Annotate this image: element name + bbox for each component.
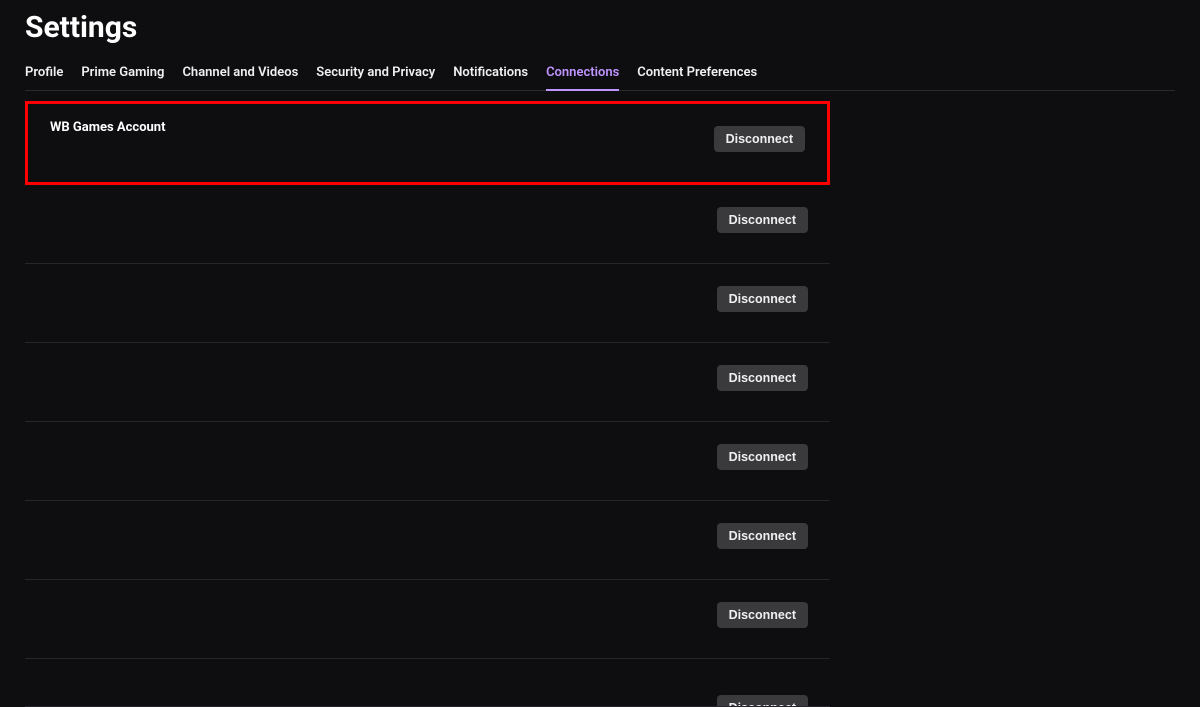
tab-content-preferences[interactable]: Content Preferences (637, 57, 757, 90)
disconnect-button[interactable]: Disconnect (717, 286, 808, 312)
disconnect-button[interactable]: Disconnect (717, 207, 808, 233)
tab-connections[interactable]: Connections (546, 57, 619, 90)
disconnect-button[interactable]: Disconnect (717, 602, 808, 628)
disconnect-button[interactable]: Disconnect (717, 695, 808, 707)
connection-row: Disconnect (25, 343, 830, 422)
tab-notifications[interactable]: Notifications (453, 57, 528, 90)
settings-tabs: Profile Prime Gaming Channel and Videos … (25, 57, 1175, 91)
connection-row-wb-games: WB Games Account Disconnect (25, 101, 830, 185)
connection-row: Disconnect (25, 501, 830, 580)
tab-channel-and-videos[interactable]: Channel and Videos (182, 57, 298, 90)
page-title: Settings (25, 10, 1175, 45)
connection-row: Disconnect (25, 659, 830, 707)
connection-name: WB Games Account (50, 118, 166, 135)
disconnect-button[interactable]: Disconnect (717, 523, 808, 549)
connection-row: Disconnect (25, 580, 830, 659)
disconnect-button[interactable]: Disconnect (717, 444, 808, 470)
connection-row: Disconnect (25, 422, 830, 501)
tab-prime-gaming[interactable]: Prime Gaming (81, 57, 164, 90)
disconnect-button[interactable]: Disconnect (717, 365, 808, 391)
connection-row: Disconnect (25, 185, 830, 264)
connection-row: Disconnect (25, 264, 830, 343)
tab-profile[interactable]: Profile (25, 57, 63, 90)
disconnect-button[interactable]: Disconnect (714, 126, 805, 152)
tab-security-and-privacy[interactable]: Security and Privacy (316, 57, 435, 90)
connections-list: WB Games Account Disconnect Disconnect D… (25, 101, 830, 707)
